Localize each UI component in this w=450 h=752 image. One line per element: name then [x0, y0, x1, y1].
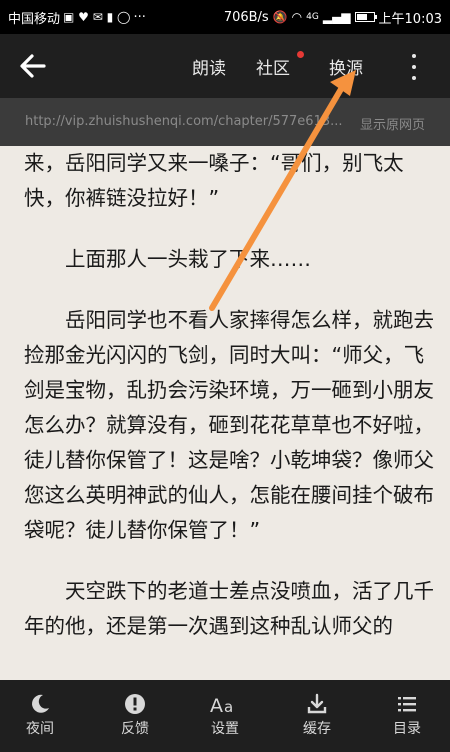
- community-notification-dot: [297, 51, 304, 58]
- exclamation-icon: [125, 694, 145, 714]
- read-aloud-button[interactable]: 朗读: [192, 54, 226, 79]
- network-type: 4G: [306, 12, 319, 22]
- carrier-name: 中国移动: [8, 11, 61, 27]
- mute-icon: 🔕: [272, 10, 288, 24]
- cache-button[interactable]: 缓存: [282, 680, 352, 752]
- network-speed: 706B/s: [223, 9, 269, 25]
- status-bar: 中国移动 ▣ ♥ ✉ ▮ ◯ ··· 706B/s 🔕 ◠ 4G ▂▄▆ 上午1…: [0, 0, 450, 34]
- catalog-button[interactable]: 目录: [372, 680, 442, 752]
- signal-icon: ▂▄▆: [322, 10, 351, 24]
- svg-text:a: a: [224, 698, 233, 716]
- clock: 上午10:03: [378, 11, 442, 27]
- notification-icons: ▣ ♥ ✉ ▮ ◯: [63, 10, 131, 24]
- more-dot-icon: [412, 76, 416, 80]
- more-options-button[interactable]: [408, 54, 420, 80]
- more-dot-icon: [412, 54, 416, 58]
- paragraph: 天空跌下的老道士差点没喷血，活了几千年的他，还是第一次遇到这种乱认师父的: [24, 579, 434, 638]
- settings-button[interactable]: A a 设置: [190, 680, 260, 752]
- font-size-icon: A a: [210, 695, 233, 716]
- download-icon: [307, 693, 327, 714]
- settings-label: 设置: [211, 721, 239, 737]
- list-icon: [398, 697, 416, 712]
- moon-icon: [32, 694, 49, 713]
- reader-bottom-bar: 夜间 反馈 A a 设置 缓存 目录: [0, 680, 450, 752]
- wifi-icon: ◠: [291, 10, 303, 24]
- svg-text:A: A: [210, 695, 223, 716]
- more-notifications: ···: [133, 9, 146, 25]
- battery-icon: [354, 12, 377, 22]
- source-url-bar: http://vip.zhuishushenqi.com/chapter/577…: [0, 98, 450, 146]
- feedback-label: 反馈: [121, 721, 149, 737]
- catalog-label: 目录: [393, 721, 421, 737]
- paragraph: 来，岳阳同学又来一嗓子：“哥们，别飞太快，你裤链没拉好！”: [24, 151, 404, 210]
- back-arrow-icon: [20, 54, 46, 78]
- back-button[interactable]: [18, 52, 48, 80]
- reader-toolbar: 朗读 社区 换源: [0, 34, 450, 98]
- more-dot-icon: [412, 65, 416, 69]
- community-button[interactable]: 社区: [256, 54, 290, 79]
- source-url: http://vip.zhuishushenqi.com/chapter/577…: [25, 114, 343, 129]
- paragraph: 上面那人一头栽了下来……: [65, 247, 311, 271]
- chapter-text: 来，岳阳同学又来一嗓子：“哥们，别飞太快，你裤链没拉好！” 上面那人一头栽了下来…: [24, 146, 434, 680]
- night-mode-label: 夜间: [26, 721, 54, 737]
- cache-label: 缓存: [303, 721, 331, 737]
- show-original-page-button[interactable]: 显示原网页: [360, 114, 425, 133]
- feedback-button[interactable]: 反馈: [100, 680, 170, 752]
- paragraph: 岳阳同学也不看人家摔得怎么样，就跑去捡那金光闪闪的飞剑，同时大叫：“师父，飞剑是…: [24, 308, 434, 542]
- change-source-button[interactable]: 换源: [329, 54, 363, 79]
- night-mode-button[interactable]: 夜间: [5, 680, 75, 752]
